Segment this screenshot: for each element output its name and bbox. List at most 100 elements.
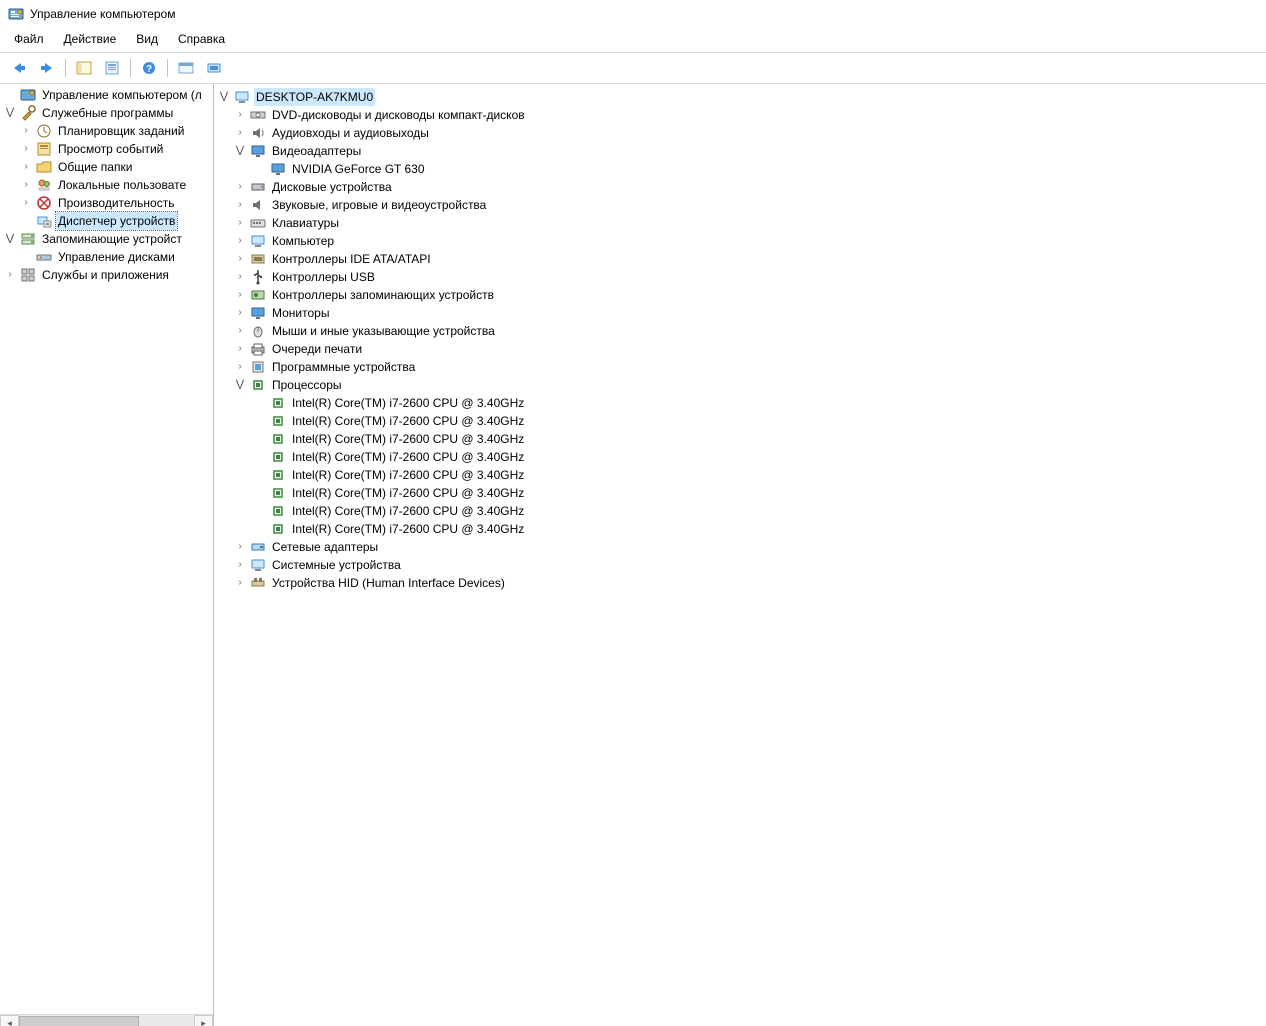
tree-performance[interactable]: › Производительность [0, 194, 213, 212]
display-adapter-icon [270, 161, 286, 177]
tree-system-tools[interactable]: ⋁ Служебные программы [0, 104, 213, 122]
tree-task-scheduler[interactable]: › Планировщик заданий [0, 122, 213, 140]
expand-icon[interactable]: › [20, 179, 32, 191]
device-label: Дисковые устройства [270, 178, 394, 196]
spacer [4, 89, 16, 101]
forward-button[interactable] [34, 56, 60, 80]
expand-icon[interactable]: › [234, 307, 246, 319]
cpu-icon [270, 413, 286, 429]
category-software-devices[interactable]: › Программные устройства [214, 358, 1266, 376]
collapse-icon[interactable]: ⋁ [234, 145, 246, 157]
expand-icon[interactable]: › [234, 109, 246, 121]
device-cpu[interactable]: Intel(R) Core(TM) i7-2600 CPU @ 3.40GHz [214, 520, 1266, 538]
category-disk-drives[interactable]: › Дисковые устройства [214, 178, 1266, 196]
cpu-icon [270, 395, 286, 411]
tree-label: Локальные пользовате [56, 176, 188, 194]
tree-services-apps[interactable]: › Службы и приложения [0, 266, 213, 284]
device-cpu[interactable]: Intel(R) Core(TM) i7-2600 CPU @ 3.40GHz [214, 430, 1266, 448]
device-label: Компьютер [270, 232, 336, 250]
tree-storage[interactable]: ⋁ Запоминающие устройст [0, 230, 213, 248]
expand-icon[interactable]: › [20, 143, 32, 155]
cpu-icon [270, 431, 286, 447]
console-tree[interactable]: Управление компьютером (л ⋁ Служебные пр… [0, 84, 213, 1014]
category-keyboards[interactable]: › Клавиатуры [214, 214, 1266, 232]
tools-icon [20, 105, 36, 121]
category-sound[interactable]: › Звуковые, игровые и видеоустройства [214, 196, 1266, 214]
device-root[interactable]: ⋁ DESKTOP-AK7KMU0 [214, 88, 1266, 106]
expand-icon[interactable]: › [234, 181, 246, 193]
category-system-devices[interactable]: › Системные устройства [214, 556, 1266, 574]
body-splitter: Управление компьютером (л ⋁ Служебные пр… [0, 84, 1266, 1026]
category-usb[interactable]: › Контроллеры USB [214, 268, 1266, 286]
expand-icon[interactable]: › [234, 235, 246, 247]
spacer [254, 433, 266, 445]
category-hid[interactable]: › Устройства HID (Human Interface Device… [214, 574, 1266, 592]
device-gpu[interactable]: NVIDIA GeForce GT 630 [214, 160, 1266, 178]
category-mice[interactable]: › Мыши и иные указывающие устройства [214, 322, 1266, 340]
show-hide-tree-button[interactable] [71, 56, 97, 80]
tree-device-manager[interactable]: Диспетчер устройств [0, 212, 213, 230]
toolbar: ? [0, 52, 1266, 84]
expand-icon[interactable]: › [234, 217, 246, 229]
category-storage-controllers[interactable]: › Контроллеры запоминающих устройств [214, 286, 1266, 304]
scroll-track[interactable] [19, 1016, 194, 1026]
back-button[interactable] [6, 56, 32, 80]
device-cpu[interactable]: Intel(R) Core(TM) i7-2600 CPU @ 3.40GHz [214, 412, 1266, 430]
category-monitors[interactable]: › Мониторы [214, 304, 1266, 322]
expand-icon[interactable]: › [234, 361, 246, 373]
device-tree[interactable]: ⋁ DESKTOP-AK7KMU0 › DVD-дисководы и диск… [214, 86, 1266, 594]
menu-view[interactable]: Вид [126, 30, 168, 50]
expand-icon[interactable]: › [20, 197, 32, 209]
menu-help[interactable]: Справка [168, 30, 235, 50]
printer-icon [250, 341, 266, 357]
device-label: Видеоадаптеры [270, 142, 363, 160]
category-audio[interactable]: › Аудиовходы и аудиовыходы [214, 124, 1266, 142]
expand-icon[interactable]: › [234, 577, 246, 589]
device-cpu[interactable]: Intel(R) Core(TM) i7-2600 CPU @ 3.40GHz [214, 448, 1266, 466]
device-cpu[interactable]: Intel(R) Core(TM) i7-2600 CPU @ 3.40GHz [214, 466, 1266, 484]
expand-icon[interactable]: › [234, 199, 246, 211]
expand-icon[interactable]: › [234, 559, 246, 571]
scroll-right-button[interactable]: ▸ [194, 1015, 213, 1026]
device-cpu[interactable]: Intel(R) Core(TM) i7-2600 CPU @ 3.40GHz [214, 394, 1266, 412]
view-devices-button[interactable] [173, 56, 199, 80]
tree-event-viewer[interactable]: › Просмотр событий [0, 140, 213, 158]
category-ide[interactable]: › Контроллеры IDE ATA/ATAPI [214, 250, 1266, 268]
category-video-adapters[interactable]: ⋁ Видеоадаптеры [214, 142, 1266, 160]
mouse-icon [250, 323, 266, 339]
category-dvd[interactable]: › DVD-дисководы и дисководы компакт-диск… [214, 106, 1266, 124]
expand-icon[interactable]: › [4, 269, 16, 281]
collapse-icon[interactable]: ⋁ [4, 233, 16, 245]
properties-button[interactable] [99, 56, 125, 80]
device-cpu[interactable]: Intel(R) Core(TM) i7-2600 CPU @ 3.40GHz [214, 502, 1266, 520]
menu-action[interactable]: Действие [54, 30, 127, 50]
scroll-left-button[interactable]: ◂ [0, 1015, 19, 1026]
category-print-queues[interactable]: › Очереди печати [214, 340, 1266, 358]
view-resources-button[interactable] [201, 56, 227, 80]
spacer [20, 251, 32, 263]
device-cpu[interactable]: Intel(R) Core(TM) i7-2600 CPU @ 3.40GHz [214, 484, 1266, 502]
scroll-thumb[interactable] [19, 1016, 139, 1026]
left-pane-scrollbar[interactable]: ◂ ▸ [0, 1014, 213, 1026]
expand-icon[interactable]: › [20, 161, 32, 173]
tree-disk-management[interactable]: Управление дисками [0, 248, 213, 266]
category-processors[interactable]: ⋁ Процессоры [214, 376, 1266, 394]
expand-icon[interactable]: › [234, 127, 246, 139]
expand-icon[interactable]: › [234, 343, 246, 355]
menu-file[interactable]: Файл [4, 30, 54, 50]
expand-icon[interactable]: › [20, 125, 32, 137]
expand-icon[interactable]: › [234, 271, 246, 283]
expand-icon[interactable]: › [234, 325, 246, 337]
collapse-icon[interactable]: ⋁ [218, 91, 230, 103]
category-computer[interactable]: › Компьютер [214, 232, 1266, 250]
tree-local-users[interactable]: › Локальные пользовате [0, 176, 213, 194]
tree-shared-folders[interactable]: › Общие папки [0, 158, 213, 176]
tree-root[interactable]: Управление компьютером (л [0, 86, 213, 104]
category-network[interactable]: › Сетевые адаптеры [214, 538, 1266, 556]
expand-icon[interactable]: › [234, 289, 246, 301]
collapse-icon[interactable]: ⋁ [234, 379, 246, 391]
expand-icon[interactable]: › [234, 541, 246, 553]
expand-icon[interactable]: › [234, 253, 246, 265]
collapse-icon[interactable]: ⋁ [4, 107, 16, 119]
help-button[interactable]: ? [136, 56, 162, 80]
